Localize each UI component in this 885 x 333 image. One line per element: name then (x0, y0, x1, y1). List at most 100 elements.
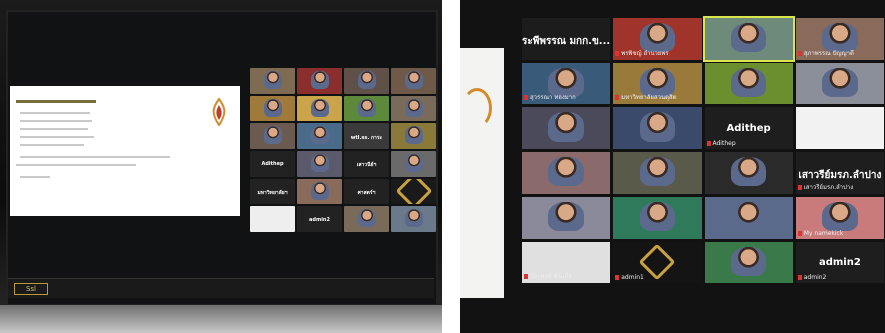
participant-video (730, 23, 767, 53)
participant-tile[interactable]: admin2 admin2 (795, 241, 884, 284)
participant-tile[interactable] (613, 152, 702, 194)
participant-tile[interactable] (704, 62, 793, 105)
participant-tile[interactable] (391, 178, 436, 205)
participant-tile[interactable] (704, 241, 793, 284)
monitor-taskbar (8, 278, 434, 298)
slide-bullet (20, 156, 170, 158)
participant-tile[interactable] (297, 178, 342, 205)
participant-tile[interactable] (795, 62, 884, 105)
participant-tile[interactable] (702, 16, 795, 62)
participant-tile[interactable] (704, 152, 793, 194)
participant-tile[interactable]: มหาวิทยาลัยฯ (250, 178, 295, 205)
participant-tile[interactable]: ปิยะพงษ์ คำแก้ว (522, 241, 611, 284)
participant-label: พรพิชญ์ อำนวยพร (615, 48, 668, 58)
participant-tile[interactable]: wtl.ss. การะ (344, 123, 389, 149)
participant-tile[interactable]: My namekick (795, 196, 884, 239)
participant-tile[interactable] (391, 95, 436, 122)
slide-bullet (20, 176, 50, 178)
participant-video (548, 112, 584, 142)
participant-video (263, 98, 282, 117)
emblem-icon (395, 178, 432, 205)
participant-video (310, 98, 329, 117)
logo-arc-icon (462, 88, 492, 128)
participant-tile[interactable] (344, 95, 389, 122)
participant-tile[interactable]: admin1 (613, 241, 702, 284)
right-photo: ระพีพรรณ มกก.ข... พรพิชญ์ อำนวยพร สุภาพรรณ… (460, 0, 885, 333)
participant-tile[interactable]: เสาวรีย์มรภ.ลำปาง เสาวรีย์มรภ.ลำปาง (795, 152, 884, 194)
participant-tile[interactable]: ระพีพรรณ มกก.ข... (522, 18, 611, 60)
participant-tile[interactable]: สุภาพรรณ ปัญญาดี (795, 18, 884, 60)
participant-video (730, 246, 767, 276)
participant-video (822, 67, 858, 97)
participant-tile[interactable]: สุวรรณา ทองมาก (522, 62, 611, 105)
monitor-bezel (0, 305, 442, 333)
participant-video (404, 126, 423, 145)
participant-video (310, 71, 329, 90)
slide-bullet (20, 128, 88, 130)
participant-label: สุภาพรรณ ปัญญาดี (798, 48, 854, 58)
participant-tile[interactable] (391, 150, 436, 177)
participant-video (548, 157, 584, 187)
participant-tile[interactable]: Adithep Adithep (704, 107, 793, 150)
taskbar-logo: Ssl (14, 283, 48, 295)
participant-label: My namekick (798, 230, 844, 237)
participant-tile[interactable] (344, 68, 389, 94)
slide-bullet (16, 164, 136, 166)
participant-name: admin2 (818, 257, 861, 269)
participant-video (357, 71, 376, 90)
participant-tile[interactable] (522, 152, 611, 194)
shared-slide-edge (460, 48, 504, 298)
participant-name: เสาวรีย์มรภ.ลำปาง (798, 169, 882, 181)
participant-video (404, 154, 423, 173)
participant-video (404, 98, 423, 117)
participant-video (639, 157, 676, 187)
participant-tile[interactable]: พรพิชญ์ อำนวยพร (613, 18, 702, 60)
participant-name: เสาวนีย์ฯ (356, 162, 377, 169)
participant-video (357, 98, 376, 117)
participant-tile[interactable] (250, 206, 295, 232)
participant-tile[interactable] (704, 196, 793, 239)
participant-tile[interactable]: admin2 (297, 206, 342, 232)
participant-tile[interactable] (391, 206, 436, 232)
participant-tile[interactable] (297, 95, 342, 122)
participant-tile[interactable] (522, 196, 611, 239)
participant-tile[interactable]: เสาวนีย์ฯ (344, 150, 389, 177)
participant-tile[interactable] (297, 150, 342, 177)
participant-tile[interactable] (344, 206, 389, 232)
slide-heading (16, 100, 96, 103)
participant-label: เสาวรีย์มรภ.ลำปาง (798, 182, 853, 192)
participant-tile[interactable] (795, 107, 884, 150)
participant-tile[interactable] (613, 196, 702, 239)
participant-label: สุวรรณา ทองมาก (524, 92, 576, 102)
participant-tile[interactable] (391, 68, 436, 94)
participant-label: Adithep (707, 140, 736, 147)
participant-tile[interactable]: ศาสตร์ฯ (344, 178, 389, 205)
participant-video (310, 181, 329, 200)
participant-tile[interactable] (297, 68, 342, 94)
participant-tile[interactable] (250, 95, 295, 122)
participant-tile[interactable] (391, 123, 436, 149)
participant-name: มหาวิทยาลัยฯ (257, 189, 288, 196)
participant-video (357, 209, 376, 228)
participant-tile[interactable]: มหาวิทยาลัยสวนดุสิต (613, 62, 702, 105)
participant-video (639, 201, 676, 232)
participant-name: admin2 (309, 216, 330, 223)
participant-tile[interactable] (613, 107, 702, 150)
participant-grid: wtl.ss. การะ Adithep เสาวนีย์ฯมหาวิทยาลัยฯ… (250, 68, 436, 232)
participant-tile[interactable]: Adithep (250, 150, 295, 177)
participant-label: ปิยะพงษ์ คำแก้ว (524, 271, 572, 281)
participant-video (310, 126, 329, 145)
slide-bullet (20, 120, 92, 122)
participant-tile[interactable] (522, 107, 611, 150)
participant-tile[interactable] (250, 123, 295, 149)
participant-tile[interactable] (250, 68, 295, 94)
participant-video (404, 71, 423, 90)
participant-video (548, 201, 584, 232)
left-photo: wtl.ss. การะ Adithep เสาวนีย์ฯมหาวิทยาลัยฯ… (0, 0, 442, 333)
participant-name: ระพีพรรณ มกก.ข... (522, 35, 611, 47)
participant-video (263, 126, 282, 145)
participant-name: Adithep (726, 123, 771, 135)
participant-video (404, 209, 423, 228)
participant-name: wtl.ss. การะ (350, 134, 383, 141)
participant-tile[interactable] (297, 123, 342, 149)
